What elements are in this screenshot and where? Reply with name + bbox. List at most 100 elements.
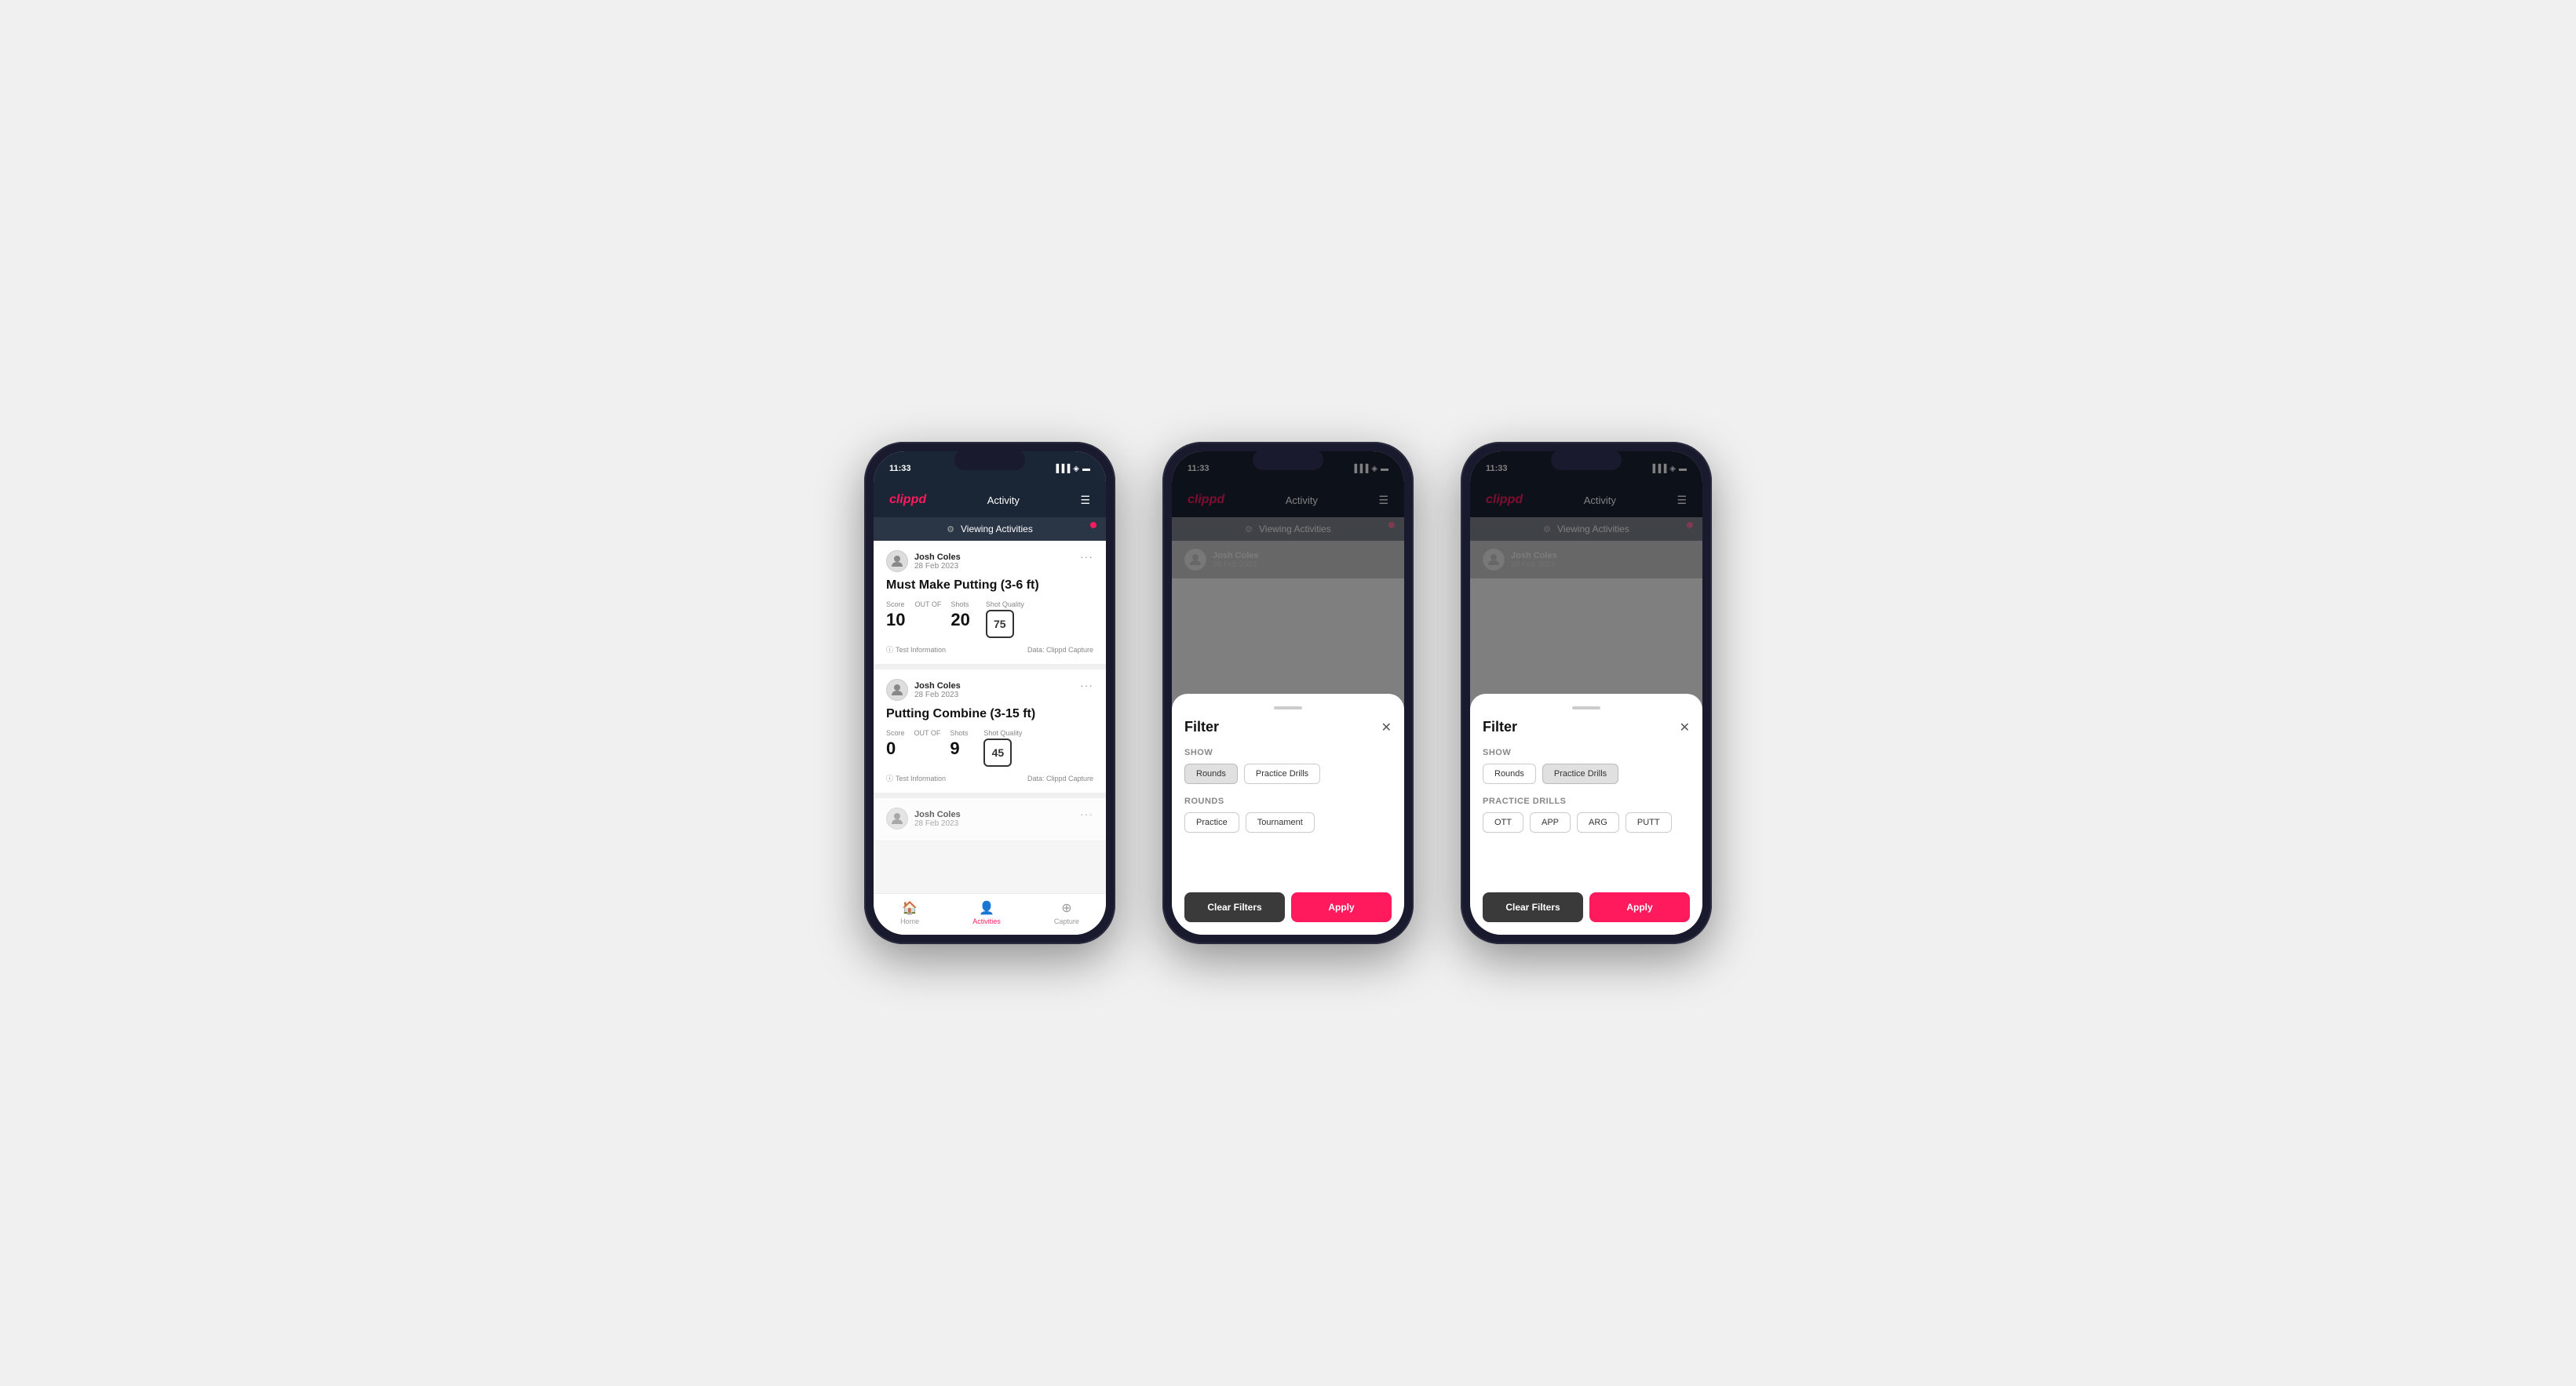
info-text-1: Test Information [896,646,946,654]
nav-bar-1: clippd Activity ☰ [874,483,1106,517]
card-header-3: Josh Coles 28 Feb 2023 ··· [886,808,1093,830]
user-info-2: Josh Coles 28 Feb 2023 [886,679,961,701]
apply-btn-2[interactable]: Apply [1291,892,1392,922]
quality-value-1: 75 [994,618,1006,630]
quality-label-1: Shot Quality [986,600,1024,608]
shots-value-2: 9 [950,739,959,758]
quality-value-2: 45 [992,746,1005,759]
chip-arg-label-3: ARG [1589,818,1607,827]
clear-filters-btn-3[interactable]: Clear Filters [1483,892,1583,922]
activity-title-1: Must Make Putting (3-6 ft) [886,578,1093,593]
phone-1-screen: 11:33 ▐▐▐ ◈ ▬ clippd Activity ☰ ⚙ Viewin… [874,451,1106,935]
user-name-1: Josh Coles [914,553,961,562]
viewing-bar-1[interactable]: ⚙ Viewing Activities [874,517,1106,541]
filter-close-3[interactable]: ✕ [1680,720,1690,735]
filter-practice-drills-label-3: Practice Drills [1483,797,1690,806]
filter-title-2: Filter [1184,719,1219,735]
filter-overlay-2: Filter ✕ Show Rounds Practice Drills Rou… [1172,451,1404,935]
filter-show-label-3: Show [1483,748,1690,757]
logo-1: clippd [889,493,926,507]
status-time-1: 11:33 [889,464,911,473]
activity-card-2[interactable]: Josh Coles 28 Feb 2023 ··· Putting Combi… [874,669,1106,793]
chip-putt-label-3: PUTT [1637,818,1660,827]
user-date-1: 28 Feb 2023 [914,562,961,571]
user-date-3: 28 Feb 2023 [914,819,961,828]
filter-handle-2 [1274,706,1302,709]
filter-header-2: Filter ✕ [1184,719,1392,735]
card-footer-2: ⓘ Test Information Data: Clippd Capture [886,773,1093,783]
nav-home[interactable]: 🏠 Home [900,900,919,925]
score-section-1: Score 10 [886,600,905,630]
chip-rounds-3[interactable]: Rounds [1483,764,1536,784]
user-date-2: 28 Feb 2023 [914,691,961,699]
chip-practice-drills-2[interactable]: Practice Drills [1244,764,1320,784]
chip-ott-3[interactable]: OTT [1483,812,1523,833]
user-details-1: Josh Coles 28 Feb 2023 [914,553,961,571]
chip-rounds-label-2: Rounds [1196,769,1226,779]
home-icon: 🏠 [902,900,918,916]
activity-card-1[interactable]: Josh Coles 28 Feb 2023 ··· Must Make Put… [874,541,1106,665]
shots-section-2: Shots 9 [950,729,968,759]
chip-practice-drills-label-2: Practice Drills [1256,769,1308,779]
chip-practice-drills-3[interactable]: Practice Drills [1542,764,1618,784]
capture-icon: ⊕ [1061,900,1071,916]
filter-show-chips-2: Rounds Practice Drills [1184,764,1392,784]
phones-container: 11:33 ▐▐▐ ◈ ▬ clippd Activity ☰ ⚙ Viewin… [864,442,1712,944]
notification-dot-1 [1090,522,1096,528]
chip-arg-3[interactable]: ARG [1577,812,1619,833]
filter-header-3: Filter ✕ [1483,719,1690,735]
card-more-2[interactable]: ··· [1080,679,1093,691]
shots-section-1: Shots 20 [950,600,969,630]
nav-title-1: Activity [987,494,1020,506]
phone-3: 11:33 ▐▐▐ ◈ ▬ clippd Activity ☰ ⚙ Viewin… [1461,442,1712,944]
avatar-3 [886,808,908,830]
data-source-1: Data: Clippd Capture [1027,646,1093,654]
phone-2: 11:33 ▐▐▐ ◈ ▬ clippd Activity ☰ ⚙ Viewin… [1162,442,1414,944]
activity-list: Josh Coles 28 Feb 2023 ··· Must Make Put… [874,541,1106,893]
quality-badge-1: 75 [986,610,1014,638]
nav-activities[interactable]: 👤 Activities [972,900,1001,925]
filter-close-2[interactable]: ✕ [1381,720,1392,735]
out-of-2: OUT OF [914,729,941,737]
card-more-3[interactable]: ··· [1080,808,1093,820]
signal-icon: ▐▐▐ [1053,465,1070,473]
filter-show-label-2: Show [1184,748,1392,757]
activities-icon: 👤 [979,900,994,916]
chip-rounds-2[interactable]: Rounds [1184,764,1238,784]
dynamic-island [954,450,1025,470]
quality-badge-2: 45 [983,739,1012,767]
chip-app-3[interactable]: APP [1530,812,1571,833]
filter-show-chips-3: Rounds Practice Drills [1483,764,1690,784]
score-value-1: 10 [886,610,905,629]
chip-ott-label-3: OTT [1494,818,1512,827]
card-info-2: ⓘ Test Information [886,773,946,783]
dynamic-island-3 [1551,450,1622,470]
user-name-2: Josh Coles [914,681,961,691]
filter-sheet-2: Filter ✕ Show Rounds Practice Drills Rou… [1172,694,1404,935]
filter-overlay-3: Filter ✕ Show Rounds Practice Drills Pra… [1470,451,1702,935]
info-text-2: Test Information [896,775,946,782]
score-value-2: 0 [886,739,896,758]
avatar-1 [886,550,908,572]
filter-practice-chips-3: OTT APP ARG PUTT [1483,812,1690,833]
out-of-1: OUT OF [914,600,941,608]
phone-3-screen: 11:33 ▐▐▐ ◈ ▬ clippd Activity ☰ ⚙ Viewin… [1470,451,1702,935]
user-info-3: Josh Coles 28 Feb 2023 [886,808,961,830]
nav-capture[interactable]: ⊕ Capture [1054,900,1079,925]
chip-tournament-2[interactable]: Tournament [1246,812,1315,833]
filter-rounds-chips-2: Practice Tournament [1184,812,1392,833]
clear-filters-btn-2[interactable]: Clear Filters [1184,892,1285,922]
quality-section-2: Shot Quality 45 [983,729,1022,767]
chip-practice-2[interactable]: Practice [1184,812,1239,833]
filter-handle-3 [1572,706,1600,709]
card-more-1[interactable]: ··· [1080,550,1093,563]
menu-icon-1[interactable]: ☰ [1080,494,1090,507]
chip-putt-3[interactable]: PUTT [1626,812,1672,833]
shots-value-1: 20 [950,610,969,629]
apply-btn-3[interactable]: Apply [1589,892,1690,922]
battery-icon: ▬ [1082,465,1090,473]
quality-section-1: Shot Quality 75 [986,600,1024,638]
avatar-2 [886,679,908,701]
spacer-2 [1184,845,1392,877]
chip-app-label-3: APP [1542,818,1559,827]
